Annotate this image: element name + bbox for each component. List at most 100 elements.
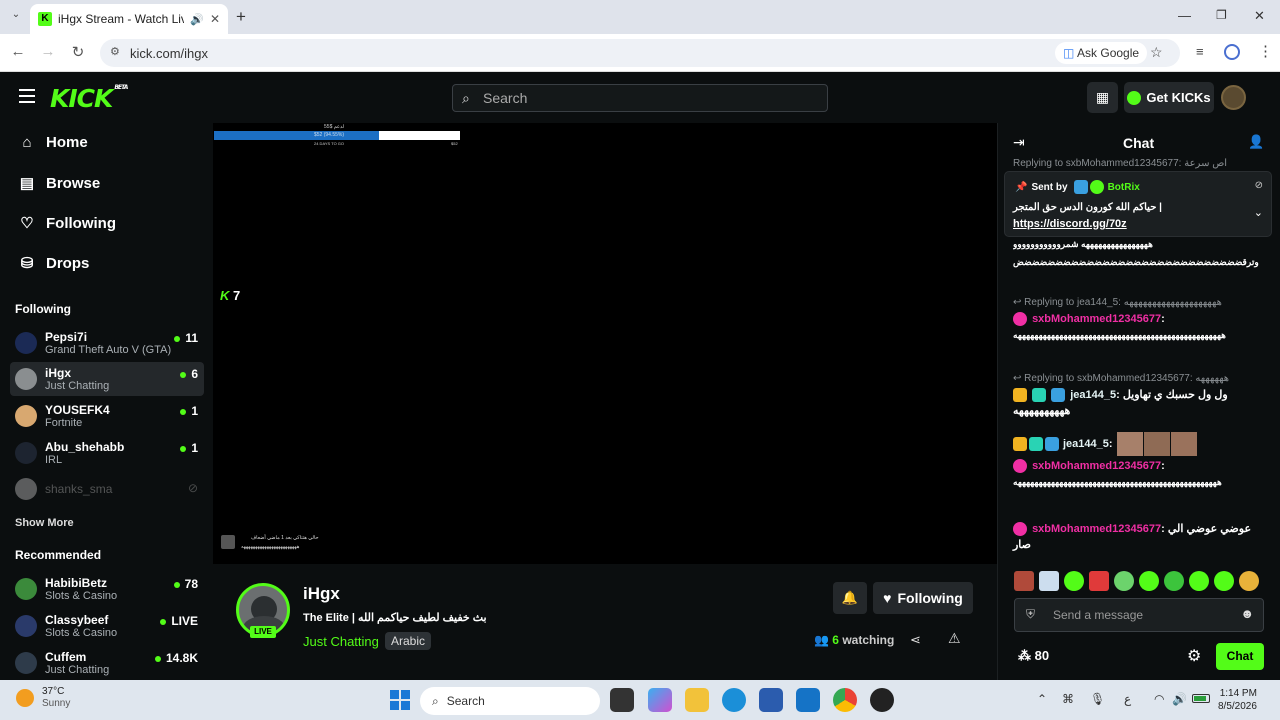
tray-chevron-icon[interactable]: ⌃: [1037, 692, 1047, 706]
forward-icon[interactable]: →: [38, 43, 58, 60]
task-view-icon[interactable]: [610, 688, 634, 712]
chat-message-text: ههههههههههههههههه شمرووووووووووو: [1013, 239, 1153, 249]
search-input[interactable]: ⌕ Search: [452, 84, 828, 112]
channel-name: Classybeef: [45, 612, 109, 627]
following-button[interactable]: ♥ Following: [873, 582, 973, 614]
weather-widget[interactable]: 37°C Sunny: [16, 686, 70, 710]
chat-reply-context: ↩ Replying to jea144_5: هههههههههههههههه…: [1013, 297, 1222, 308]
emote-icon[interactable]: [1014, 571, 1034, 591]
sidebar-item-browse[interactable]: ▤ Browse: [18, 174, 100, 193]
following-channel-ihgx[interactable]: iHgx Just Chatting 6: [10, 362, 204, 396]
emote-icon[interactable]: [1114, 571, 1134, 591]
chat-username[interactable]: jea144_5: [1070, 389, 1116, 401]
outlook-icon[interactable]: [796, 688, 820, 712]
send-chat-button[interactable]: Chat: [1216, 643, 1264, 670]
emote-icon[interactable]: [1064, 571, 1084, 591]
chat-username[interactable]: jea144_5: [1063, 436, 1109, 452]
channel-points[interactable]: ⁂ 80: [1018, 648, 1049, 664]
expand-chevron-icon[interactable]: ⌄: [1254, 206, 1263, 219]
chat-username[interactable]: sxbMohammed12345677: [1032, 313, 1161, 325]
store-icon[interactable]: [759, 688, 783, 712]
windows-start-icon[interactable]: [390, 690, 410, 710]
following-channel-yousefk4[interactable]: YOUSEFK4 Fortnite 1: [10, 399, 204, 433]
emoji-picker-icon[interactable]: ☻: [1240, 606, 1254, 621]
kick-favicon-icon: K: [38, 12, 52, 26]
language-indicator[interactable]: ع: [1124, 692, 1131, 706]
channel-avatar: [15, 478, 37, 500]
new-tab-button[interactable]: +: [236, 7, 246, 27]
chat-username[interactable]: sxbMohammed12345677: [1032, 460, 1161, 472]
emote-icon[interactable]: [1164, 571, 1184, 591]
library-button[interactable]: ▦: [1087, 82, 1118, 113]
battery-icon[interactable]: [1192, 694, 1210, 703]
hamburger-menu-icon[interactable]: [19, 89, 35, 103]
profile-icon[interactable]: [1224, 44, 1240, 60]
tab-search-icon[interactable]: ⌄: [8, 9, 24, 25]
network-tray-icon[interactable]: ⌘: [1062, 692, 1074, 706]
share-icon[interactable]: ⋖: [910, 632, 921, 648]
recommended-channel-classybeef[interactable]: Classybeef Slots & Casino LIVE: [10, 609, 204, 643]
following-channel-pepsi7i[interactable]: Pepsi7i Grand Theft Auto V (GTA) 11: [10, 326, 204, 360]
pinned-link[interactable]: https://discord.gg/70z: [1013, 218, 1127, 230]
streamer-name[interactable]: iHgx: [303, 584, 340, 604]
copilot-icon[interactable]: [648, 688, 672, 712]
chat-settings-shield-icon[interactable]: ⛨: [1026, 607, 1035, 622]
minimize-icon[interactable]: —: [1178, 8, 1191, 23]
recommended-channel-cuffem[interactable]: Cuffem Just Chatting 14.8K: [10, 646, 204, 680]
weather-desc: Sunny: [42, 698, 71, 709]
sidebar-item-drops[interactable]: ⛁ Drops: [18, 254, 90, 273]
back-icon[interactable]: ←: [8, 43, 28, 60]
unpin-icon[interactable]: ⊘: [1255, 180, 1263, 191]
collapse-chat-icon[interactable]: ⇥: [1013, 134, 1025, 151]
tab-close-icon[interactable]: ✕: [210, 12, 220, 26]
clock[interactable]: 1:14 PM 8/5/2026: [1218, 687, 1257, 713]
file-explorer-icon[interactable]: [685, 688, 709, 712]
recommended-channel-habibibetz[interactable]: HabibiBetz Slots & Casino 78: [10, 572, 204, 606]
mic-tray-icon[interactable]: 🎙: [1090, 692, 1105, 706]
chat-username[interactable]: sxbMohammed12345677: [1032, 523, 1161, 535]
reload-icon[interactable]: ↻: [68, 43, 88, 61]
reply-text: Replying to sxbMohammed12345677: ههههههه: [1024, 373, 1230, 384]
omnibox[interactable]: ⚙ kick.com/ihgx ◫ Ask Google ☆: [100, 39, 1180, 67]
taskbar-search[interactable]: ⌕ Search: [420, 687, 600, 715]
recording-app-icon[interactable]: [870, 688, 894, 712]
pinned-sender: BotRix: [1107, 181, 1140, 193]
user-avatar[interactable]: [1221, 85, 1246, 110]
notification-bell-button[interactable]: 🔔: [833, 582, 867, 614]
volume-icon[interactable]: 🔊: [1172, 692, 1187, 706]
wifi-icon[interactable]: ◠: [1154, 692, 1164, 706]
ask-google-button[interactable]: ◫ Ask Google: [1055, 42, 1148, 64]
sidebar-item-label: Following: [46, 214, 116, 232]
pinned-message[interactable]: 📌 Sent by BotRix ⊘ حياكم الله كورون الدس…: [1004, 171, 1272, 237]
sidebar-item-home[interactable]: ⌂ Home: [18, 134, 87, 151]
site-info-icon[interactable]: ⚙: [110, 45, 120, 58]
show-more-link[interactable]: Show More: [15, 517, 74, 529]
report-icon[interactable]: ⚠: [948, 630, 961, 647]
emote-icon[interactable]: [1189, 571, 1209, 591]
maximize-icon[interactable]: ❐: [1216, 8, 1227, 22]
chat-users-icon[interactable]: 👤: [1248, 134, 1264, 150]
close-window-icon[interactable]: ✕: [1254, 8, 1265, 24]
kick-logo[interactable]: KICK BETA: [50, 84, 128, 113]
chat-input[interactable]: ⛨ Send a message ☻: [1014, 598, 1264, 632]
emote-icon[interactable]: [1239, 571, 1259, 591]
bookmark-star-icon[interactable]: ☆: [1150, 44, 1163, 61]
following-channel-abu-shehabb[interactable]: Abu_shehabb IRL 1: [10, 436, 204, 470]
get-kicks-button[interactable]: Get KICKs: [1124, 82, 1214, 113]
edge-icon[interactable]: [722, 688, 746, 712]
sidebar-item-following[interactable]: ♡ Following: [18, 214, 116, 233]
following-channel-shanks-sma[interactable]: shanks_sma ⊘: [10, 472, 204, 506]
emote-icon[interactable]: [1214, 571, 1234, 591]
tab-audio-icon[interactable]: 🔊: [190, 13, 204, 26]
emote-icon[interactable]: [1089, 571, 1109, 591]
browser-tab[interactable]: K iHgx Stream - Watch Live o 🔊 ✕: [30, 4, 228, 34]
browser-menu-icon[interactable]: ⋮: [1258, 42, 1273, 60]
media-control-icon[interactable]: ≡: [1196, 44, 1204, 59]
emote-icon[interactable]: [1039, 571, 1059, 591]
stream-category-link[interactable]: Just Chatting: [303, 634, 379, 649]
video-player[interactable]: [213, 123, 997, 564]
emote-icon[interactable]: [1139, 571, 1159, 591]
chrome-icon[interactable]: [833, 688, 857, 712]
tag-arabic[interactable]: Arabic: [385, 632, 432, 650]
chat-settings-gear-icon[interactable]: ⚙: [1187, 646, 1201, 666]
